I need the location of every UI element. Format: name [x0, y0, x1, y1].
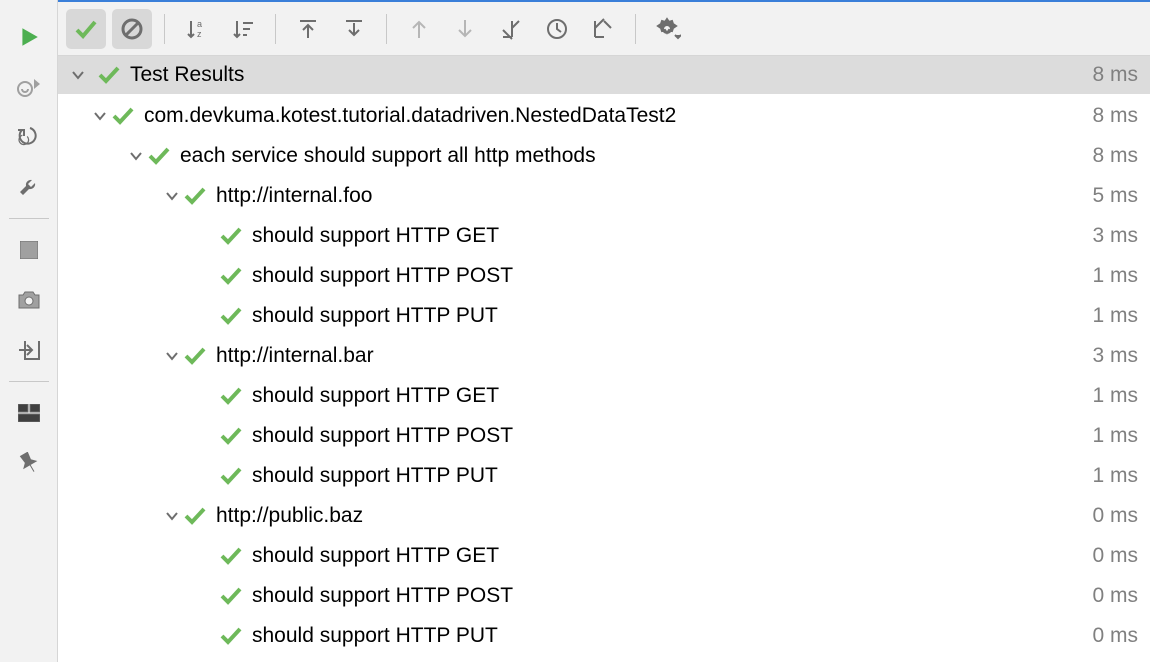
node-label: should support HTTP POST [252, 424, 1084, 448]
sort-alpha-button[interactable]: az [177, 9, 217, 49]
node-duration: 3 ms [1092, 224, 1138, 248]
toolbar-sep-3 [386, 14, 387, 44]
toolbar-sep-4 [635, 14, 636, 44]
node-label: should support HTTP GET [252, 224, 1084, 248]
exit-button[interactable] [14, 335, 44, 365]
show-ignored-toggle[interactable] [112, 9, 152, 49]
chevron-down-icon[interactable] [160, 348, 184, 364]
tree-node[interactable]: should support HTTP POST 1 ms [58, 416, 1150, 456]
test-toolbar: az [58, 0, 1150, 56]
toolbar-sep-2 [275, 14, 276, 44]
node-duration: 1 ms [1092, 304, 1138, 328]
check-icon [220, 467, 242, 485]
wrench-button[interactable] [14, 172, 44, 202]
check-icon [184, 187, 206, 205]
node-label: com.devkuma.kotest.tutorial.datadriven.N… [144, 104, 1084, 128]
export-results-button[interactable] [583, 9, 623, 49]
collapse-all-button[interactable] [334, 9, 374, 49]
tree-node[interactable]: should support HTTP POST 1 ms [58, 256, 1150, 296]
screenshot-button[interactable] [14, 285, 44, 315]
check-icon [112, 107, 134, 125]
check-icon [220, 307, 242, 325]
tree-node[interactable]: should support HTTP PUT 0 ms [58, 616, 1150, 656]
rerun-failed-button[interactable] [14, 122, 44, 152]
check-icon [220, 627, 242, 645]
tree-node[interactable]: http://internal.bar 3 ms [58, 336, 1150, 376]
svg-text:a: a [197, 19, 202, 29]
gutter [0, 0, 58, 662]
node-label: each service should support all http met… [180, 144, 1084, 168]
check-icon [220, 587, 242, 605]
tree-node[interactable]: com.devkuma.kotest.tutorial.datadriven.N… [58, 96, 1150, 136]
node-duration: 5 ms [1092, 184, 1138, 208]
prev-failed-button [399, 9, 439, 49]
toggle-auto-test[interactable] [14, 72, 44, 102]
svg-text:z: z [197, 29, 202, 39]
node-label: http://internal.foo [216, 184, 1084, 208]
node-label: should support HTTP PUT [252, 304, 1084, 328]
node-duration: 3 ms [1092, 344, 1138, 368]
check-icon [98, 66, 120, 84]
results-duration: 8 ms [1092, 63, 1138, 87]
chevron-down-icon[interactable] [88, 108, 112, 124]
stop-button[interactable] [14, 235, 44, 265]
tree-node[interactable]: should support HTTP GET 1 ms [58, 376, 1150, 416]
results-header[interactable]: Test Results 8 ms [58, 56, 1150, 94]
pin-button[interactable] [14, 448, 44, 478]
node-duration: 1 ms [1092, 424, 1138, 448]
check-icon [184, 507, 206, 525]
show-passed-toggle[interactable] [66, 9, 106, 49]
check-icon [220, 227, 242, 245]
check-icon [220, 547, 242, 565]
node-label: should support HTTP PUT [252, 624, 1084, 648]
node-duration: 0 ms [1092, 504, 1138, 528]
node-duration: 1 ms [1092, 384, 1138, 408]
check-icon [220, 427, 242, 445]
check-icon [220, 387, 242, 405]
node-duration: 8 ms [1092, 144, 1138, 168]
node-label: should support HTTP GET [252, 544, 1084, 568]
node-duration: 0 ms [1092, 584, 1138, 608]
main-panel: az [58, 0, 1150, 662]
next-failed-button [445, 9, 485, 49]
history-button[interactable] [537, 9, 577, 49]
chevron-down-icon [70, 67, 90, 83]
sort-duration-button[interactable] [223, 9, 263, 49]
check-icon [220, 267, 242, 285]
node-duration: 0 ms [1092, 624, 1138, 648]
settings-button[interactable] [648, 9, 688, 49]
tree-node[interactable]: http://internal.foo 5 ms [58, 176, 1150, 216]
node-label: http://internal.bar [216, 344, 1084, 368]
layout-button[interactable] [14, 398, 44, 428]
import-results-button[interactable] [491, 9, 531, 49]
check-icon [184, 347, 206, 365]
node-label: should support HTTP PUT [252, 464, 1084, 488]
test-tree[interactable]: com.devkuma.kotest.tutorial.datadriven.N… [58, 94, 1150, 662]
tree-node[interactable]: should support HTTP POST 0 ms [58, 576, 1150, 616]
tree-node[interactable]: each service should support all http met… [58, 136, 1150, 176]
node-duration: 0 ms [1092, 544, 1138, 568]
tree-node[interactable]: should support HTTP GET 0 ms [58, 536, 1150, 576]
toolbar-sep-1 [164, 14, 165, 44]
gutter-separator-2 [9, 381, 49, 382]
chevron-down-icon[interactable] [160, 508, 184, 524]
tree-node[interactable]: should support HTTP GET 3 ms [58, 216, 1150, 256]
tree-node[interactable]: should support HTTP PUT 1 ms [58, 456, 1150, 496]
chevron-down-icon[interactable] [124, 148, 148, 164]
tree-node[interactable]: should support HTTP PUT 1 ms [58, 296, 1150, 336]
results-title: Test Results [130, 63, 244, 87]
tree-node[interactable]: http://public.baz 0 ms [58, 496, 1150, 536]
gutter-separator-1 [9, 218, 49, 219]
node-duration: 8 ms [1092, 104, 1138, 128]
node-duration: 1 ms [1092, 264, 1138, 288]
node-duration: 1 ms [1092, 464, 1138, 488]
chevron-down-icon[interactable] [160, 188, 184, 204]
node-label: http://public.baz [216, 504, 1084, 528]
expand-all-button[interactable] [288, 9, 328, 49]
node-label: should support HTTP POST [252, 584, 1084, 608]
node-label: should support HTTP POST [252, 264, 1084, 288]
node-label: should support HTTP GET [252, 384, 1084, 408]
check-icon [148, 147, 170, 165]
run-button[interactable] [14, 22, 44, 52]
